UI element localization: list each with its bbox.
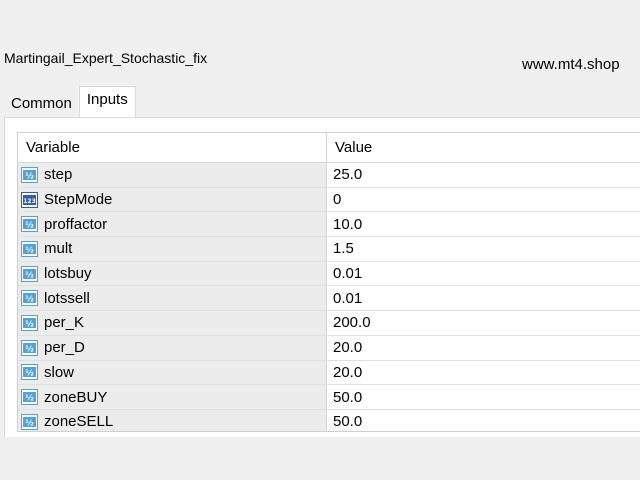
variable-cell[interactable]: ½ lotsbuy (18, 261, 327, 286)
table-row[interactable]: 123 StepMode 0 (18, 187, 640, 213)
tab-bar: Common Inputs (4, 86, 136, 117)
double-value-icon: ½ (21, 413, 38, 430)
variable-value: 0.01 (333, 289, 363, 307)
grid-rows: ½ step 25.0 123 StepMode 0 ½ proffactor 10.0 ½ mul… (18, 163, 640, 431)
variable-name: mult (44, 240, 73, 258)
inputs-dialog: Martingail_Expert_Stochastic_fix www.mt4… (0, 0, 640, 480)
variable-name: zoneSELL (44, 413, 114, 431)
variable-name: zoneBUY (44, 388, 108, 406)
variable-cell[interactable]: ½ proffactor (18, 212, 327, 237)
table-row[interactable]: ½ step 25.0 (18, 163, 640, 188)
watermark-text: www.mt4.shop (522, 56, 620, 73)
value-cell[interactable]: 25.0 (327, 163, 640, 187)
icon-glyph: ½ (25, 220, 33, 230)
variable-cell[interactable]: ½ zoneSELL (18, 409, 327, 431)
variable-value: 20.0 (333, 339, 363, 357)
table-row[interactable]: ½ mult 1.5 (18, 237, 640, 262)
double-value-icon: ½ (21, 166, 38, 183)
double-value-icon: ½ (21, 339, 38, 356)
double-value-icon: ½ (21, 240, 38, 257)
tab-common[interactable]: Common (4, 89, 79, 117)
variable-cell[interactable]: ½ per_D (18, 335, 327, 360)
column-header-value[interactable]: Value (327, 133, 640, 162)
table-row[interactable]: ½ proffactor 10.0 (18, 212, 640, 238)
icon-glyph: ½ (25, 343, 33, 353)
variable-value: 1.5 (333, 240, 354, 258)
icon-glyph: 123 (23, 198, 36, 205)
icon-glyph: ½ (25, 269, 33, 279)
variable-value: 20.0 (333, 363, 363, 381)
inputs-grid: Variable Value ½ step 25.0 123 StepMode 0 ½ pro… (17, 132, 640, 432)
double-value-icon: ½ (21, 265, 38, 282)
double-value-icon: ½ (21, 389, 38, 406)
table-row[interactable]: ½ lotsbuy 0.01 (18, 261, 640, 287)
value-cell[interactable]: 20.0 (327, 360, 640, 385)
icon-glyph: ½ (25, 393, 33, 403)
variable-value: 50.0 (333, 388, 363, 406)
double-value-icon: ½ (21, 216, 38, 233)
variable-name: slow (44, 363, 75, 381)
variable-value: 50.0 (333, 413, 363, 431)
value-cell[interactable]: 50.0 (327, 409, 640, 431)
value-cell[interactable]: 0.01 (327, 286, 640, 311)
tab-inputs[interactable]: Inputs (78, 86, 136, 117)
double-value-icon: ½ (21, 364, 38, 381)
icon-glyph: ½ (25, 294, 33, 304)
value-cell[interactable]: 50.0 (327, 385, 640, 409)
variable-cell[interactable]: ½ zoneBUY (18, 385, 327, 409)
double-value-icon: ½ (21, 290, 38, 307)
variable-name: lotsbuy (44, 265, 92, 283)
window-title: Martingail_Expert_Stochastic_fix (4, 50, 208, 66)
inputs-panel: Variable Value ½ step 25.0 123 StepMode 0 ½ pro… (4, 117, 640, 437)
value-cell[interactable]: 200.0 (327, 311, 640, 335)
variable-name: per_D (44, 339, 85, 357)
variable-name: lotssell (44, 289, 90, 307)
variable-name: StepMode (44, 191, 113, 209)
icon-glyph: ½ (25, 417, 33, 427)
variable-value: 25.0 (333, 166, 363, 184)
variable-value: 0.01 (333, 265, 363, 283)
value-cell[interactable]: 1.5 (327, 237, 640, 261)
table-row[interactable]: ½ zoneBUY 50.0 (18, 385, 640, 410)
variable-value: 200.0 (333, 314, 371, 332)
variable-value: 10.0 (333, 215, 363, 233)
value-cell[interactable]: 0.01 (327, 261, 640, 286)
variable-cell[interactable]: ½ per_K (18, 311, 327, 335)
icon-glyph: ½ (25, 368, 33, 378)
icon-glyph: ½ (25, 318, 33, 328)
table-row[interactable]: ½ zoneSELL 50.0 (18, 409, 640, 431)
variable-cell[interactable]: ½ lotssell (18, 286, 327, 311)
column-header-variable[interactable]: Variable (18, 133, 327, 162)
variable-cell[interactable]: ½ mult (18, 237, 327, 261)
grid-header: Variable Value (18, 133, 640, 163)
icon-glyph: ½ (25, 170, 33, 180)
variable-value: 0 (333, 191, 342, 209)
variable-cell[interactable]: 123 StepMode (18, 187, 327, 212)
variable-name: step (44, 166, 73, 184)
value-cell[interactable]: 0 (327, 187, 640, 212)
icon-glyph: ½ (25, 244, 33, 254)
integer-value-icon: 123 (21, 191, 38, 208)
variable-cell[interactable]: ½ step (18, 163, 327, 187)
variable-cell[interactable]: ½ slow (18, 360, 327, 385)
value-cell[interactable]: 10.0 (327, 212, 640, 237)
variable-name: per_K (44, 314, 85, 332)
double-value-icon: ½ (21, 314, 38, 331)
table-row[interactable]: ½ slow 20.0 (18, 360, 640, 386)
variable-name: proffactor (44, 215, 108, 233)
table-row[interactable]: ½ lotssell 0.01 (18, 286, 640, 312)
value-cell[interactable]: 20.0 (327, 335, 640, 360)
table-row[interactable]: ½ per_K 200.0 (18, 311, 640, 336)
table-row[interactable]: ½ per_D 20.0 (18, 335, 640, 361)
